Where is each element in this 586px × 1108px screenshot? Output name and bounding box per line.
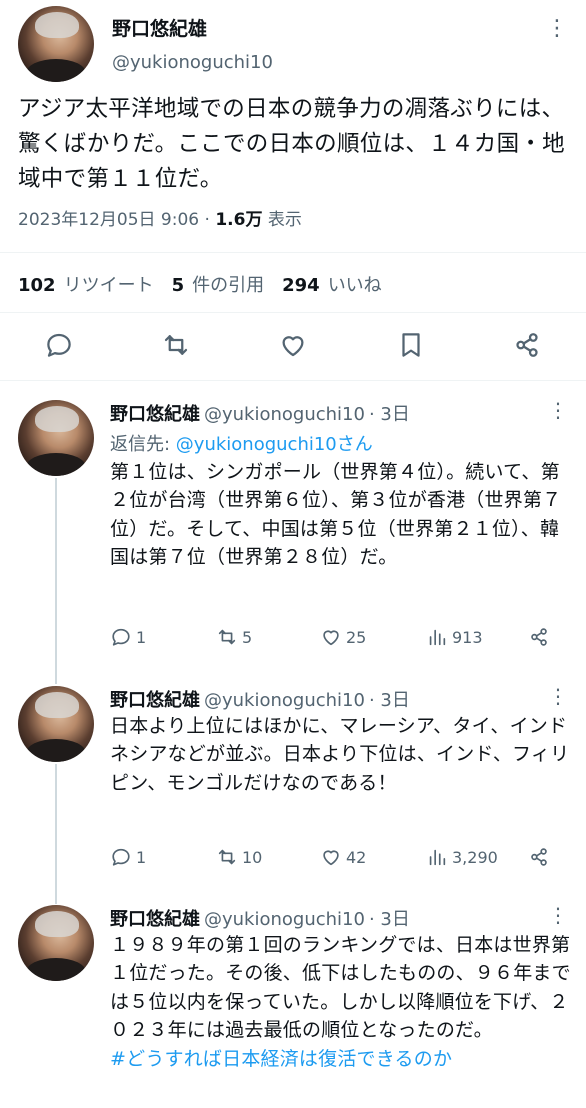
share-icon bbox=[528, 846, 550, 868]
reply-tweet[interactable]: 野口悠紀雄 @yukionoguchi10 · 3日 ⋮ 返信先: @yukiono… bbox=[0, 392, 586, 682]
reply-icon[interactable] bbox=[44, 330, 74, 360]
reply-to-link[interactable]: @yukionoguchi10さん bbox=[176, 434, 373, 455]
author-name[interactable]: 野口悠紀雄 bbox=[110, 690, 200, 711]
retweet-icon bbox=[216, 626, 238, 648]
views-button[interactable]: 913 bbox=[426, 626, 483, 648]
divider bbox=[0, 252, 586, 253]
retweet-count: 5 bbox=[242, 627, 253, 647]
like-icon bbox=[320, 846, 342, 868]
author-name[interactable]: 野口悠紀雄 bbox=[110, 404, 200, 425]
reply-icon bbox=[110, 846, 132, 868]
share-button[interactable] bbox=[528, 846, 550, 868]
retweet-icon bbox=[216, 846, 238, 868]
author-avatar[interactable] bbox=[18, 400, 94, 476]
reply-header: 野口悠紀雄 @yukionoguchi10 · 3日 bbox=[110, 905, 410, 931]
reply-time[interactable]: · 3日 bbox=[369, 909, 410, 930]
divider bbox=[0, 312, 586, 313]
reply-time[interactable]: · 3日 bbox=[369, 690, 410, 711]
reply-header: 野口悠紀雄 @yukionoguchi10 · 3日 bbox=[110, 686, 410, 712]
reply-text: 第１位は、シンガポール（世界第４位）。続いて、第２位が台湾（世界第６位）、第３位… bbox=[110, 461, 562, 569]
tweet-stats: 102 リツイート 5 件の引用 294 いいね bbox=[18, 271, 382, 297]
bookmark-icon[interactable] bbox=[396, 330, 426, 360]
share-button[interactable] bbox=[528, 626, 550, 648]
more-options-icon[interactable]: ⋮ bbox=[546, 16, 569, 41]
views-button[interactable]: 3,290 bbox=[426, 846, 498, 868]
view-count: 3,290 bbox=[452, 847, 498, 867]
like-button[interactable]: 42 bbox=[320, 846, 366, 868]
reply-tweet[interactable]: 野口悠紀雄 @yukionoguchi10 · 3日 ⋮ 日本より上位にはほかに、マ… bbox=[0, 678, 586, 898]
author-handle[interactable]: @yukionoguchi10 bbox=[112, 52, 273, 73]
analytics-icon bbox=[426, 846, 448, 868]
share-icon bbox=[528, 626, 550, 648]
divider bbox=[0, 380, 586, 381]
like-icon bbox=[320, 626, 342, 648]
meta-separator: · bbox=[204, 210, 210, 230]
reply-tweet[interactable]: 野口悠紀雄 @yukionoguchi10 · 3日 ⋮ １９８９年の第１回のランキ… bbox=[0, 897, 586, 1108]
reply-to: 返信先: @yukionoguchi10さん bbox=[110, 434, 373, 455]
analytics-icon bbox=[426, 626, 448, 648]
author-handle[interactable]: @yukionoguchi10 bbox=[204, 690, 365, 711]
reply-count: 1 bbox=[136, 627, 147, 647]
reply-time[interactable]: · 3日 bbox=[369, 404, 410, 425]
author-avatar[interactable] bbox=[18, 686, 94, 762]
reply-text: 日本より上位にはほかに、マレーシア、タイ、インドネシアなどが並ぶ。日本より下位は… bbox=[110, 715, 570, 794]
hashtag-link[interactable]: #どうすれば日本経済は復活できるのか bbox=[110, 1048, 452, 1070]
tweet-text: アジア太平洋地域での日本の競争力の凋落ぶりには、驚くばかりだ。ここでの日本の順位… bbox=[18, 96, 565, 192]
quote-stat[interactable]: 5 件の引用 bbox=[172, 271, 265, 297]
retweet-stat[interactable]: 102 リツイート bbox=[18, 271, 154, 297]
tweet-meta: 2023年12月05日 9:06 · 1.6万 表示 bbox=[18, 205, 302, 230]
retweet-count: 10 bbox=[242, 847, 263, 867]
reply-button[interactable]: 1 bbox=[110, 626, 146, 648]
share-icon[interactable] bbox=[512, 330, 542, 360]
reply-icon bbox=[110, 626, 132, 648]
tweet-timestamp[interactable]: 2023年12月05日 9:06 bbox=[18, 210, 199, 230]
reply-text: １９８９年の第１回のランキングでは、日本は世界第１位だった。その後、低下はしたも… bbox=[110, 934, 571, 1070]
like-icon[interactable] bbox=[278, 330, 308, 360]
author-avatar[interactable] bbox=[18, 6, 94, 82]
like-count: 25 bbox=[346, 627, 367, 647]
like-stat[interactable]: 294 いいね bbox=[282, 271, 382, 297]
like-button[interactable]: 25 bbox=[320, 626, 366, 648]
author-name[interactable]: 野口悠紀雄 bbox=[112, 14, 207, 41]
view-label: 表示 bbox=[267, 210, 302, 230]
retweet-button[interactable]: 10 bbox=[216, 846, 262, 868]
author-name[interactable]: 野口悠紀雄 bbox=[110, 909, 200, 930]
more-options-icon[interactable]: ⋮ bbox=[548, 684, 568, 708]
reply-count: 1 bbox=[136, 847, 147, 867]
view-count: 913 bbox=[452, 627, 483, 647]
author-avatar[interactable] bbox=[18, 905, 94, 981]
reply-button[interactable]: 1 bbox=[110, 846, 146, 868]
reply-header: 野口悠紀雄 @yukionoguchi10 · 3日 bbox=[110, 400, 410, 426]
retweet-icon[interactable] bbox=[161, 330, 191, 360]
author-handle[interactable]: @yukionoguchi10 bbox=[204, 909, 365, 930]
retweet-button[interactable]: 5 bbox=[216, 626, 252, 648]
view-count: 1.6万 bbox=[215, 210, 263, 230]
more-options-icon[interactable]: ⋮ bbox=[548, 398, 568, 422]
like-count: 42 bbox=[346, 847, 367, 867]
tweet-actions bbox=[0, 330, 586, 364]
more-options-icon[interactable]: ⋮ bbox=[548, 903, 568, 927]
author-handle[interactable]: @yukionoguchi10 bbox=[204, 404, 365, 425]
